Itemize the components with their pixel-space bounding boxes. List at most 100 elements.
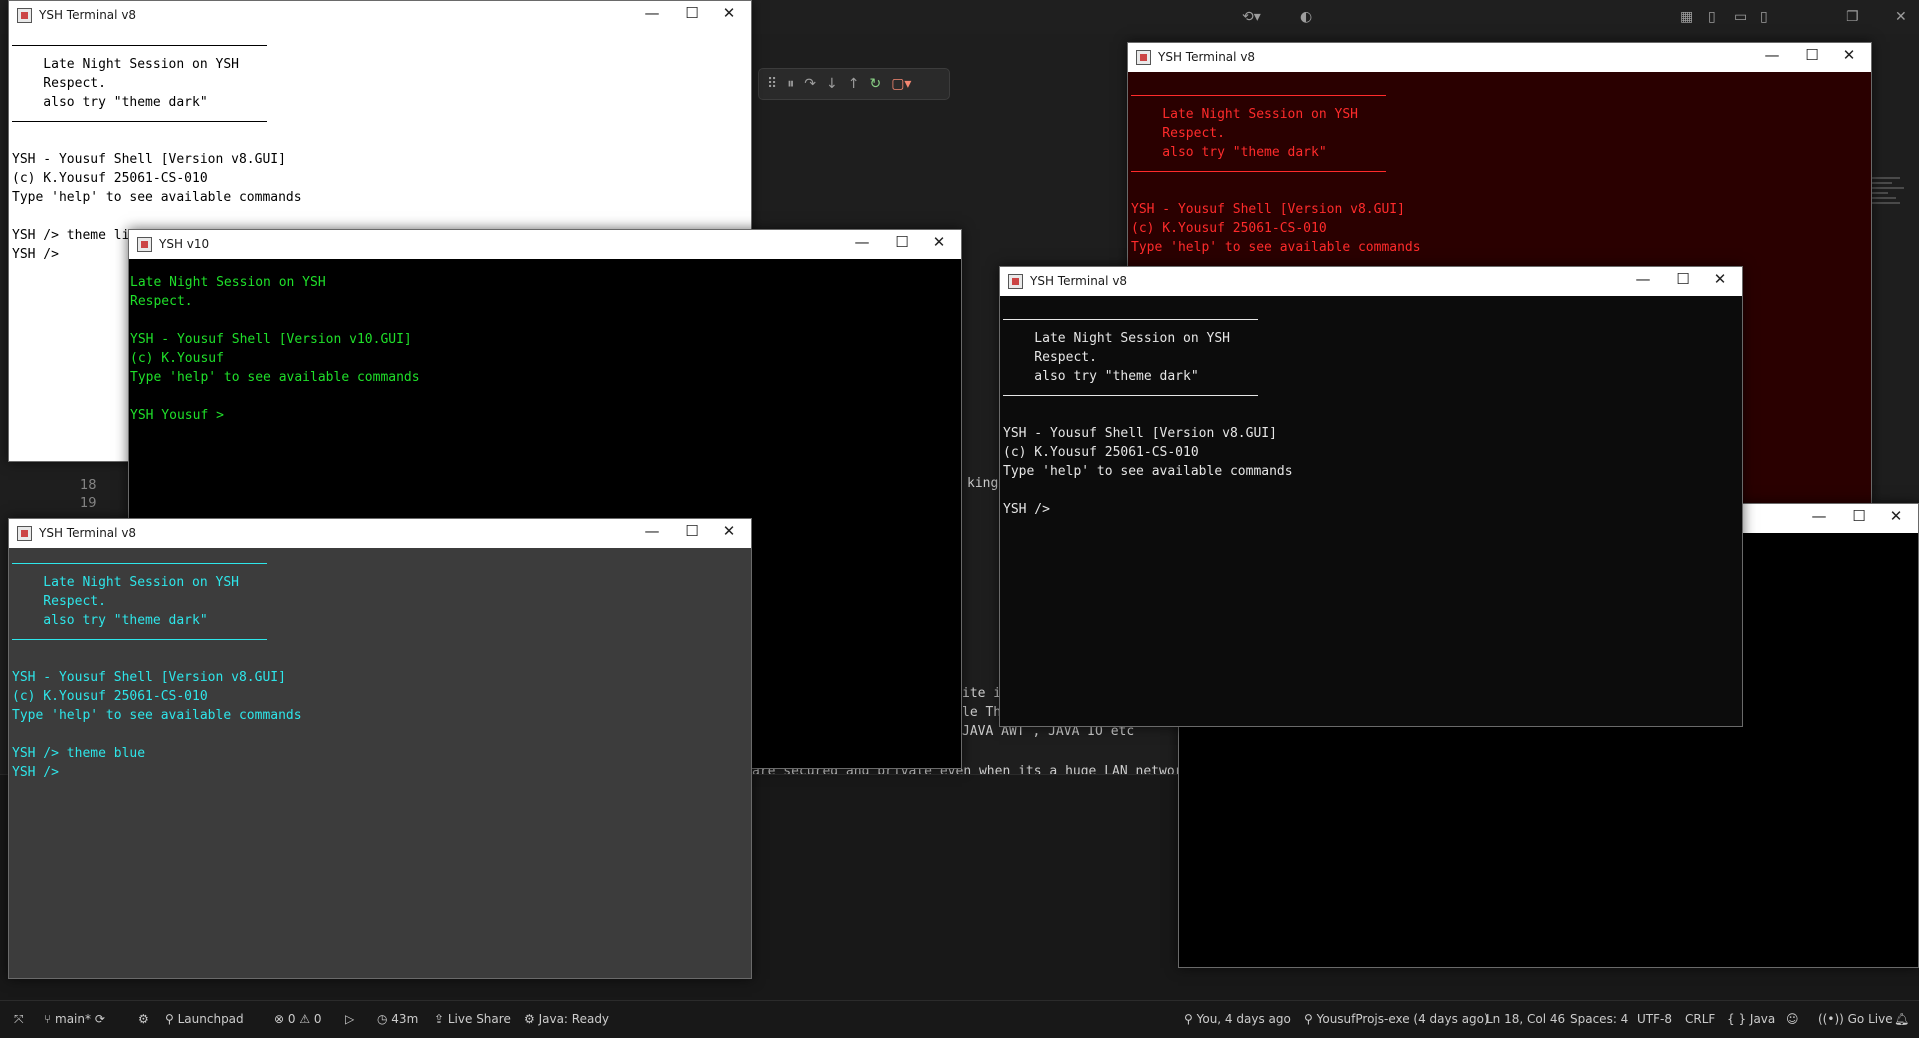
- terminal-window-blue[interactable]: YSH Terminal v8 — ☐ ✕ Late Night Session on…: [8, 518, 752, 979]
- java-status[interactable]: ⚙ Java: Ready: [524, 1012, 609, 1026]
- terminal-line: YSH /> theme blue: [12, 746, 146, 761]
- app-icon: [137, 237, 152, 252]
- toggle-sidebar-icon[interactable]: ▯: [1708, 9, 1716, 25]
- separator-line: [12, 45, 267, 46]
- restore-icon[interactable]: ❐: [1846, 9, 1859, 25]
- terminal-line: YSH - Yousuf Shell [Version v10.GUI]: [130, 332, 412, 347]
- debug-icon[interactable]: ⚙: [138, 1012, 149, 1026]
- stop-icon[interactable]: ▢▾: [891, 76, 911, 92]
- restart-icon[interactable]: ↻: [869, 76, 881, 92]
- window-title: YSH Terminal v8: [39, 8, 137, 22]
- window-title-bar[interactable]: YSH Terminal v8 — ☐ ✕: [9, 519, 751, 548]
- indentation[interactable]: Spaces: 4: [1570, 1012, 1628, 1026]
- step-into-icon[interactable]: ↓: [826, 76, 838, 92]
- timer-indicator[interactable]: ◷ 43m: [377, 1012, 418, 1026]
- step-over-icon[interactable]: ↷: [804, 76, 816, 92]
- warnings-count: 0: [313, 1012, 322, 1026]
- timer-label: 43m: [391, 1012, 419, 1026]
- live-share-label: Live Share: [447, 1012, 511, 1026]
- maximize-button[interactable]: ☐: [681, 4, 703, 22]
- maximize-button[interactable]: ☐: [1848, 507, 1870, 525]
- window-title: YSH Terminal v8: [1158, 50, 1256, 64]
- separator-line: [12, 639, 267, 640]
- app-icon: [17, 526, 32, 541]
- terminal-line: (c) K.Yousuf 25061-CS-010: [12, 171, 208, 186]
- step-out-icon[interactable]: ↑: [848, 76, 860, 92]
- terminal-line: Type 'help' to see available commands: [1131, 240, 1421, 255]
- minimap[interactable]: [1870, 174, 1910, 474]
- branch-indicator[interactable]: ⑂ main* ⟳: [44, 1012, 105, 1026]
- language-label: Java: [1749, 1012, 1776, 1026]
- problems-indicator[interactable]: ⊗ 0 ⚠ 0: [274, 1012, 322, 1026]
- pause-icon[interactable]: ⏸: [787, 76, 794, 92]
- blame-label: You, 4 days ago: [1196, 1012, 1291, 1026]
- terminal-line: YSH Yousuf >: [130, 408, 224, 423]
- terminal-line: (c) K.Yousuf 25061-CS-010: [1003, 445, 1199, 460]
- toggle-secondary-sidebar-icon[interactable]: ▯: [1760, 9, 1768, 25]
- close-button[interactable]: ✕: [1709, 270, 1731, 288]
- copilot-status-icon[interactable]: ☺: [1786, 1012, 1799, 1026]
- remote-icon[interactable]: ⤧: [14, 1012, 24, 1027]
- close-button[interactable]: ✕: [718, 4, 740, 22]
- toggle-panel-icon[interactable]: ▭: [1734, 9, 1747, 25]
- layout-icon[interactable]: ▦: [1680, 9, 1693, 25]
- close-button[interactable]: ✕: [928, 233, 950, 251]
- language-mode[interactable]: { } Java: [1727, 1012, 1775, 1026]
- line-ending[interactable]: CRLF: [1685, 1012, 1715, 1026]
- cursor-position[interactable]: Ln 18, Col 46: [1486, 1012, 1565, 1026]
- terminal-line: Late Night Session on YSH: [1003, 331, 1230, 346]
- close-button[interactable]: ✕: [1885, 507, 1907, 525]
- close-button[interactable]: ✕: [718, 522, 740, 540]
- encoding[interactable]: UTF-8: [1637, 1012, 1672, 1026]
- app-icon: [17, 8, 32, 23]
- maximize-button[interactable]: ☐: [1801, 46, 1823, 64]
- window-title-bar[interactable]: YSH Terminal v8 — ☐ ✕: [9, 1, 751, 30]
- minimize-button[interactable]: —: [1632, 270, 1654, 288]
- blame-indicator[interactable]: ⚲ You, 4 days ago: [1184, 1012, 1291, 1026]
- run-icon[interactable]: ▷: [345, 1012, 354, 1026]
- minimize-button[interactable]: —: [641, 522, 663, 540]
- launchpad-label: Launchpad: [177, 1012, 244, 1026]
- terminal-line: Respect.: [12, 76, 106, 91]
- app-icon: [1136, 50, 1151, 65]
- window-title-bar[interactable]: YSH v10 — ☐ ✕: [129, 230, 961, 259]
- separator-line: [1131, 171, 1386, 172]
- live-share-button[interactable]: ⇪ Live Share: [434, 1012, 511, 1026]
- close-button[interactable]: ✕: [1838, 46, 1860, 64]
- terminal-line: Late Night Session on YSH: [1131, 107, 1358, 122]
- terminal-output[interactable]: Late Night Session on YSH Respect. also …: [1000, 296, 1742, 726]
- maximize-button[interactable]: ☐: [1672, 270, 1694, 288]
- minimize-button[interactable]: —: [1761, 46, 1783, 64]
- window-title: YSH v10: [159, 237, 210, 251]
- project-indicator[interactable]: ⚲ YousufProjs-exe (4 days ago): [1304, 1012, 1489, 1026]
- notifications-icon[interactable]: 🔔︎: [1894, 1012, 1909, 1026]
- window-title-bar[interactable]: YSH Terminal v8 — ☐ ✕: [1128, 43, 1871, 72]
- maximize-button[interactable]: ☐: [891, 233, 913, 251]
- copilot-icon[interactable]: ⟲▾: [1242, 9, 1261, 25]
- go-live-button[interactable]: ((•)) Go Live: [1818, 1012, 1893, 1026]
- java-status-label: Java: Ready: [538, 1012, 610, 1026]
- terminal-output[interactable]: Late Night Session on YSH Respect. also …: [9, 548, 751, 978]
- minimize-button[interactable]: —: [1808, 507, 1830, 525]
- status-bar: ⤧ ⑂ main* ⟳ ⚙ ⚲ Launchpad ⊗ 0 ⚠ 0 ▷ ◷ 43…: [0, 1000, 1919, 1038]
- close-icon[interactable]: ✕: [1895, 9, 1907, 25]
- launchpad-button[interactable]: ⚲ Launchpad: [165, 1012, 244, 1026]
- minimize-button[interactable]: —: [641, 4, 663, 22]
- account-icon[interactable]: ◐: [1300, 9, 1312, 25]
- maximize-button[interactable]: ☐: [681, 522, 703, 540]
- terminal-line: YSH />: [1003, 502, 1050, 517]
- terminal-line: also try "theme dark": [1131, 145, 1327, 160]
- terminal-line: Respect.: [12, 594, 106, 609]
- terminal-line: Late Night Session on YSH: [12, 57, 239, 72]
- terminal-window-dark[interactable]: YSH Terminal v8 — ☐ ✕ Late Night Session on…: [999, 266, 1743, 727]
- terminal-line: (c) K.Yousuf 25061-CS-010: [1131, 221, 1327, 236]
- separator-line: [12, 121, 267, 122]
- drag-handle-icon[interactable]: ⠿: [767, 76, 777, 92]
- minimize-button[interactable]: —: [851, 233, 873, 251]
- window-title-bar[interactable]: YSH Terminal v8 — ☐ ✕: [1000, 267, 1742, 296]
